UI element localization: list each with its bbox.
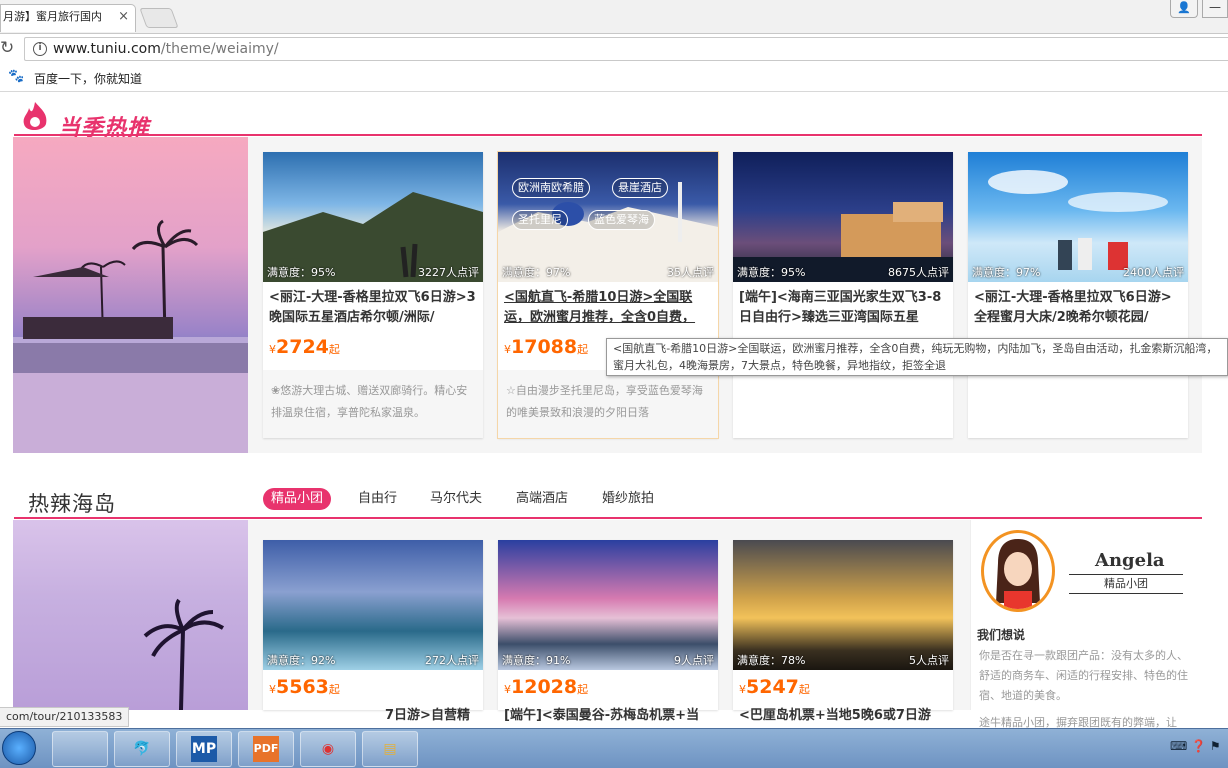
tour-title[interactable]: [端午]<泰国曼谷-苏梅岛机票+当 bbox=[504, 706, 712, 726]
guide-text: 你是否在寻一款跟团产品：没有太多的人、舒适的商务车、闲适的行程安排、特色的住宿、… bbox=[979, 649, 1188, 702]
couple-sky-scene bbox=[988, 170, 1168, 270]
review-count: 35人点评 bbox=[667, 266, 714, 279]
tab-title: 月游】蜜月旅行国内 bbox=[3, 10, 102, 23]
guide-heading: 我们想说 bbox=[977, 628, 1026, 642]
tab-boutique-group[interactable]: 精品小团 bbox=[263, 488, 332, 510]
section-divider bbox=[14, 134, 1202, 136]
tour-image[interactable]: 满意度：78% 5人点评 bbox=[733, 540, 953, 670]
satisfaction-label: 满意度：92% bbox=[267, 654, 336, 667]
tour-card[interactable]: 满意度：92% 272人点评 ¥5563起 7日游>自营精 bbox=[263, 540, 483, 723]
resort-pool-image bbox=[13, 219, 248, 453]
info-icon[interactable]: i bbox=[33, 42, 47, 56]
tour-image[interactable]: 满意度：92% 272人点评 bbox=[263, 540, 483, 670]
satisfaction-label: 满意度：97% bbox=[502, 266, 571, 279]
tag-santorini[interactable]: 圣托里尼 bbox=[512, 210, 568, 230]
tour-image[interactable]: 满意度：95% 8675人点评 bbox=[733, 152, 953, 282]
avatar bbox=[981, 530, 1055, 612]
tag-aegean[interactable]: 蓝色爱琴海 bbox=[588, 210, 655, 230]
section-title-hot: 当季热推 bbox=[14, 96, 194, 141]
tour-image[interactable]: 满意度：97% 2400人点评 bbox=[968, 152, 1188, 282]
satisfaction-label: 满意度：91% bbox=[502, 654, 571, 667]
satisfaction-label: 满意度：95% bbox=[737, 266, 806, 279]
tour-image[interactable]: 满意度：95% 3227人点评 bbox=[263, 152, 483, 282]
hero-banner-palm[interactable] bbox=[13, 520, 248, 710]
tour-desc: ☆自由漫步圣托里尼岛，享受蓝色爱琴海的唯美景致和浪漫的夕阳日落 bbox=[498, 370, 718, 438]
flame-icon bbox=[23, 102, 47, 131]
guide-role: 精品小团 bbox=[1069, 574, 1183, 594]
bookmark-baidu[interactable]: 百度一下，你就知道 bbox=[34, 70, 142, 87]
section-title-islands: 热辣海岛 bbox=[14, 484, 204, 520]
title-tooltip: <国航直飞-希腊10日游>全国联运，欧洲蜜月推荐，全含0自费，纯玩无购物，内陆加… bbox=[606, 338, 1228, 376]
tour-card[interactable]: 欧洲南欧希腊 悬崖酒店 圣托里尼 蓝色爱琴海 满意度：97% 35人点评 <国航… bbox=[497, 151, 719, 439]
user-icon[interactable]: 👤 bbox=[1170, 0, 1198, 18]
tag-cliff-hotel[interactable]: 悬崖酒店 bbox=[612, 178, 668, 198]
tour-title[interactable]: [端午]<海南三亚国光家生双飞3-8日自由行>臻选三亚湾国际五星 bbox=[739, 288, 947, 328]
new-tab-button[interactable] bbox=[139, 8, 179, 28]
taskbar-app-paint[interactable] bbox=[52, 731, 108, 767]
tour-price: ¥5563起 bbox=[269, 676, 340, 698]
palm-tree-image bbox=[143, 598, 225, 710]
taskbar: 🐬 MP PDF ◉ ▤ ⌨ ❓ ⚑ bbox=[0, 728, 1228, 768]
tour-card[interactable]: 满意度：91% 9人点评 ¥12028起 [端午]<泰国曼谷-苏梅岛机票+当 bbox=[498, 540, 718, 723]
tour-desc: ❀悠游大理古城、赠送双廊骑行。精心安排温泉住宿，享普陀私家温泉。 bbox=[263, 370, 483, 438]
satisfaction-label: 满意度：78% bbox=[737, 654, 806, 667]
bookmarks-bar: 🐾 百度一下，你就知道 bbox=[0, 64, 1228, 92]
review-count: 272人点评 bbox=[425, 654, 479, 667]
hotel-night-scene bbox=[733, 202, 953, 282]
tour-card[interactable]: 满意度：78% 5人点评 ¥5247起 <巴厘岛机票+当地5晚6或7日游 bbox=[733, 540, 953, 723]
address-bar: ↻ i www.tuniu.com/theme/weiaimy/ bbox=[0, 34, 1228, 64]
taskbar-app-dolphin[interactable]: 🐬 bbox=[114, 731, 170, 767]
url-field[interactable]: i www.tuniu.com/theme/weiaimy/ bbox=[24, 37, 1228, 61]
tour-title[interactable]: 7日游>自营精 bbox=[385, 706, 481, 726]
start-button[interactable] bbox=[2, 731, 36, 765]
guide-panel: Angela 精品小团 我们想说 你是否在寻一款跟团产品：没有太多的人、舒适的商… bbox=[970, 520, 1202, 729]
mountain-scene bbox=[263, 192, 483, 282]
tour-image[interactable]: 欧洲南欧希腊 悬崖酒店 圣托里尼 蓝色爱琴海 满意度：97% 35人点评 bbox=[498, 152, 718, 282]
url-text: www.tuniu.com/theme/weiaimy/ bbox=[53, 41, 279, 57]
tour-title[interactable]: <巴厘岛机票+当地5晚6或7日游 bbox=[739, 706, 947, 726]
reload-icon[interactable]: ↻ bbox=[0, 38, 14, 58]
tour-title[interactable]: <丽江-大理-香格里拉双飞6日游>3晚国际五星酒店希尔顿/洲际/ bbox=[269, 288, 477, 328]
tour-card[interactable]: 满意度：95% 3227人点评 <丽江-大理-香格里拉双飞6日游>3晚国际五星酒… bbox=[263, 152, 483, 438]
status-bar-url: com/tour/210133583 bbox=[0, 707, 130, 727]
satisfaction-label: 满意度：95% bbox=[267, 266, 336, 279]
tour-card[interactable]: 满意度：97% 2400人点评 <丽江-大理-香格里拉双飞6日游>全程蜜月大床/… bbox=[968, 152, 1188, 438]
tag-greece[interactable]: 欧洲南欧希腊 bbox=[512, 178, 590, 198]
guide-avatar-illustration bbox=[996, 539, 1040, 609]
review-count: 3227人点评 bbox=[418, 266, 479, 279]
tour-card[interactable]: 满意度：95% 8675人点评 [端午]<海南三亚国光家生双飞3-8日自由行>臻… bbox=[733, 152, 953, 438]
review-count: 5人点评 bbox=[909, 654, 949, 667]
minimize-button[interactable]: — bbox=[1202, 0, 1228, 18]
tour-image[interactable]: 满意度：91% 9人点评 bbox=[498, 540, 718, 670]
review-count: 9人点评 bbox=[674, 654, 714, 667]
tab-maldives[interactable]: 马尔代夫 bbox=[422, 488, 490, 510]
baidu-paw-icon: 🐾 bbox=[8, 69, 25, 84]
tab-luxury-hotel[interactable]: 高端酒店 bbox=[508, 488, 576, 510]
taskbar-app-explorer[interactable]: ▤ bbox=[362, 731, 418, 767]
taskbar-app-mp[interactable]: MP bbox=[176, 731, 232, 767]
tour-price: ¥5247起 bbox=[739, 676, 810, 698]
tour-price: ¥12028起 bbox=[504, 676, 589, 698]
system-tray[interactable]: ⌨ ❓ ⚑ bbox=[1170, 739, 1221, 753]
close-tab-icon[interactable]: × bbox=[118, 5, 129, 29]
review-count: 2400人点评 bbox=[1123, 266, 1184, 279]
guide-name: Angela bbox=[1095, 550, 1165, 571]
tab-bar: 月游】蜜月旅行国内 × 👤 — bbox=[0, 0, 1228, 34]
tour-title[interactable]: <丽江-大理-香格里拉双飞6日游>全程蜜月大床/2晚希尔顿花园/ bbox=[974, 288, 1182, 328]
tour-title[interactable]: <国航直飞-希腊10日游>全国联运，欧洲蜜月推荐，全含0自费， bbox=[504, 288, 712, 328]
tab-wedding-photo[interactable]: 婚纱旅拍 bbox=[594, 488, 662, 510]
hero-banner-pool[interactable] bbox=[13, 137, 248, 453]
tab-free-travel[interactable]: 自由行 bbox=[350, 488, 405, 510]
tour-price: ¥2724起 bbox=[269, 336, 340, 358]
section-divider bbox=[14, 517, 1202, 519]
taskbar-app-chrome[interactable]: ◉ bbox=[300, 731, 356, 767]
satisfaction-label: 满意度：97% bbox=[972, 266, 1041, 279]
tour-price: ¥17088起 bbox=[504, 336, 589, 358]
browser-tab[interactable]: 月游】蜜月旅行国内 × bbox=[0, 4, 136, 32]
taskbar-app-pdf[interactable]: PDF bbox=[238, 731, 294, 767]
review-count: 8675人点评 bbox=[888, 266, 949, 279]
section-title-text: 热辣海岛 bbox=[28, 492, 116, 516]
